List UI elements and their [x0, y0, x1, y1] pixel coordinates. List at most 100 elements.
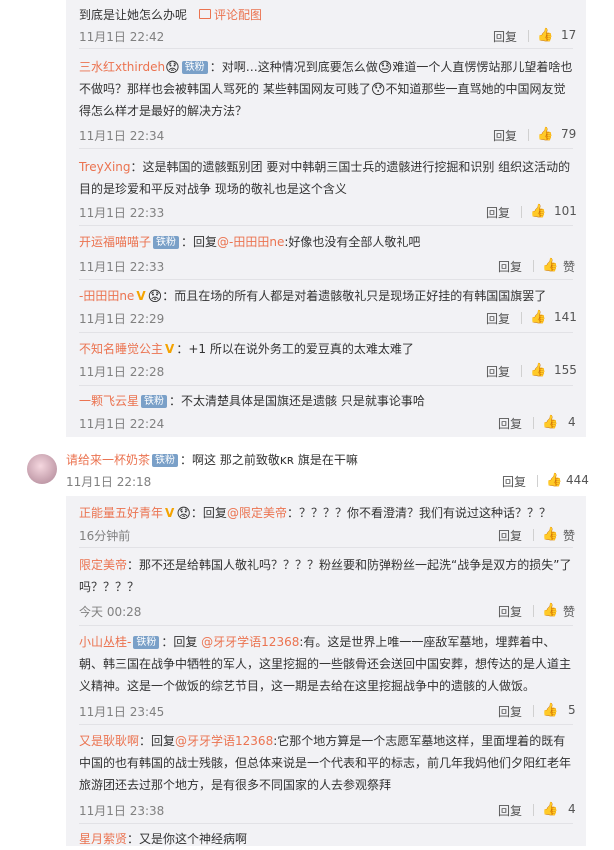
username[interactable]: 不知名睡觉公主 [79, 342, 163, 356]
thumbs-up-icon[interactable]: 👍 [542, 603, 558, 618]
vip-icon: V [165, 342, 175, 356]
timestamp: 今天 00:28 [79, 605, 142, 619]
reply-thread: 到底是让她怎么办呢 评论配图 11月1日 22:42 回复 👍 17 三水红xth… [66, 0, 586, 437]
comment-image-link[interactable]: 评论配图 [214, 8, 262, 22]
reply-button[interactable]: 回复 [498, 527, 522, 544]
like-button-label[interactable]: 赞 [563, 603, 575, 620]
username[interactable]: 星月萦贤 [79, 832, 127, 846]
mention-link[interactable]: @限定美帝 [227, 506, 287, 520]
list-item: 星月萦贤：又是你这个神经病啊 [79, 823, 573, 846]
reply-button[interactable]: 回复 [486, 363, 510, 380]
timestamp: 11月1日 22:29 [79, 312, 165, 326]
fan-badge: 铁粉 [153, 236, 180, 249]
thumbs-up-icon[interactable]: 👍 [542, 802, 558, 817]
reply-button[interactable]: 回复 [493, 127, 517, 144]
thumbs-up-icon[interactable]: 👍 [530, 310, 546, 325]
divider [533, 705, 534, 717]
reply-button[interactable]: 回复 [493, 28, 517, 45]
reply-button[interactable]: 回复 [486, 204, 510, 221]
comment-text: ：啊这 那之前致敬ᴋʀ 旗是在干嘛 [180, 453, 358, 467]
comment-item: 请给来一杯奶茶 铁粉 ：啊这 那之前致敬ᴋʀ 旗是在干嘛 11月1日 22:18 回… [20, 437, 589, 496]
thumbs-up-icon[interactable]: 👍 [537, 28, 553, 43]
like-button-label[interactable]: 赞 [563, 258, 575, 275]
reply-button[interactable]: 回复 [502, 473, 526, 490]
thumbs-up-icon[interactable]: 👍 [537, 127, 553, 142]
avatar-emoji-icon: 😟 [176, 506, 191, 522]
like-button-label[interactable]: 赞 [563, 527, 575, 544]
username[interactable]: 一颗飞云星 [79, 394, 139, 408]
like-count: 79 [561, 127, 577, 141]
like-count: 17 [561, 28, 577, 42]
divider [533, 804, 534, 816]
vip-icon: V [165, 506, 175, 520]
username[interactable]: -田田田ne [79, 289, 134, 303]
divider [521, 365, 522, 377]
timestamp: 11月1日 23:38 [79, 804, 165, 818]
thumbs-up-icon[interactable]: 👍 [530, 204, 546, 219]
image-icon[interactable] [199, 9, 212, 19]
mention-link[interactable]: @-田田田ne [217, 235, 284, 249]
comment-text: ：而且在场的所有人都是对着遗骸敬礼只是现场正好挂的有韩国国旗罢了 [162, 289, 547, 303]
fan-badge: 铁粉 [133, 636, 160, 649]
timestamp: 11月1日 22:18 [66, 475, 152, 489]
reply-thread: 正能量五好青年 V 😟：回复@限定美帝：？？？？你不看澄清？我们有说过这种话？？？ … [66, 496, 586, 846]
mention-link[interactable]: @牙牙学语12368 [175, 734, 273, 748]
thumbs-up-icon[interactable]: 👍 [530, 363, 546, 378]
timestamp: 11月1日 22:33 [79, 206, 165, 220]
comment-text: 到底是让她怎么办呢 [79, 8, 188, 22]
username[interactable]: 小山丛桂- [79, 635, 131, 649]
divider [533, 529, 534, 541]
reply-button[interactable]: 回复 [498, 415, 522, 432]
list-item: 限定美帝：那不还是给韩国人敬礼吗？？？？粉丝要和防弹粉丝一起洗“战争是双方的损失… [79, 547, 575, 626]
reply-prefix: ：回复 [181, 235, 218, 249]
username[interactable]: 又是耿耿啊 [79, 734, 139, 748]
reply-button[interactable]: 回复 [498, 703, 522, 720]
like-count: 4 [568, 802, 576, 816]
vip-icon: V [136, 289, 146, 303]
emoji-icon: 😓 [377, 60, 393, 76]
reply-button[interactable]: 回复 [498, 603, 522, 620]
mention-link[interactable]: @牙牙学语12368 [201, 635, 299, 649]
timestamp: 11月1日 22:42 [79, 30, 165, 44]
avatar[interactable] [27, 454, 57, 484]
divider [533, 605, 534, 617]
list-item: -田田田ne V 😟：而且在场的所有人都是对着遗骸敬礼只是现场正好挂的有韩国国旗罢了… [79, 279, 577, 333]
fan-badge: 铁粉 [181, 61, 208, 74]
reply-button[interactable]: 回复 [486, 310, 510, 327]
timestamp: 11月1日 22:34 [79, 129, 165, 143]
list-item: TreyXing：这是韩国的遗骸甄别团 要对中韩朝三国士兵的遗骸进行挖掘和识别 … [79, 148, 577, 226]
username[interactable]: 三水红xthirdeh [79, 60, 165, 74]
username[interactable]: 正能量五好青年 [79, 506, 163, 520]
username[interactable]: 请给来一杯奶茶 [66, 453, 150, 467]
like-count: 141 [554, 310, 577, 324]
username[interactable]: TreyXing [79, 160, 131, 174]
thumbs-up-icon[interactable]: 👍 [546, 473, 562, 488]
like-count: 101 [554, 204, 577, 218]
thumbs-up-icon[interactable]: 👍 [542, 415, 558, 430]
reply-prefix: ：回复 [190, 506, 227, 520]
comment-text: ：这是韩国的遗骸甄别团 要对中韩朝三国士兵的遗骸进行挖掘和识别 组织这活动的目的… [79, 160, 571, 196]
thumbs-up-icon[interactable]: 👍 [542, 258, 558, 273]
comment-text: ：又是你这个神经病啊 [127, 832, 248, 846]
reply-button[interactable]: 回复 [498, 802, 522, 819]
list-item: 不知名睡觉公主 V ：+1 所以在说外务工的爱豆真的太难太难了 11月1日 22:2… [79, 332, 577, 386]
reply-button[interactable]: 回复 [498, 258, 522, 275]
like-count: 444 [566, 473, 589, 487]
like-count: 155 [554, 363, 577, 377]
list-item: 一颗飞云星 铁粉 ：不太清楚具体是国旗还是遗骸 只是就事论事哈 11月1日 22:2… [79, 385, 576, 437]
timestamp: 16分钟前 [79, 529, 131, 543]
divider [521, 312, 522, 324]
username[interactable]: 限定美帝 [79, 558, 127, 572]
divider [533, 260, 534, 272]
comment-text: :好像也没有全部人敬礼吧 [284, 235, 421, 249]
reply-prefix: ：回复 [139, 734, 176, 748]
list-item: 三水红xthirdeh😟 铁粉 ：对啊…这种情况到底要怎么做😓难道一个人直愣愣站那儿… [79, 48, 577, 149]
thumbs-up-icon[interactable]: 👍 [542, 703, 558, 718]
username[interactable]: 开运福喵喵子 [79, 235, 151, 249]
comment-text: ：+1 所以在说外务工的爱豆真的太难太难了 [176, 342, 414, 356]
list-item: 又是耿耿啊：回复@牙牙学语12368:它那个地方算是一个志愿军墓地这样，里面埋着… [79, 724, 576, 824]
reply-prefix: ：回复 [161, 635, 202, 649]
list-item: 开运福喵喵子 铁粉 ：回复@-田田田ne:好像也没有全部人敬礼吧 11月1日 22:… [79, 225, 575, 280]
thumbs-up-icon[interactable]: 👍 [542, 527, 558, 542]
timestamp: 11月1日 22:33 [79, 260, 165, 274]
